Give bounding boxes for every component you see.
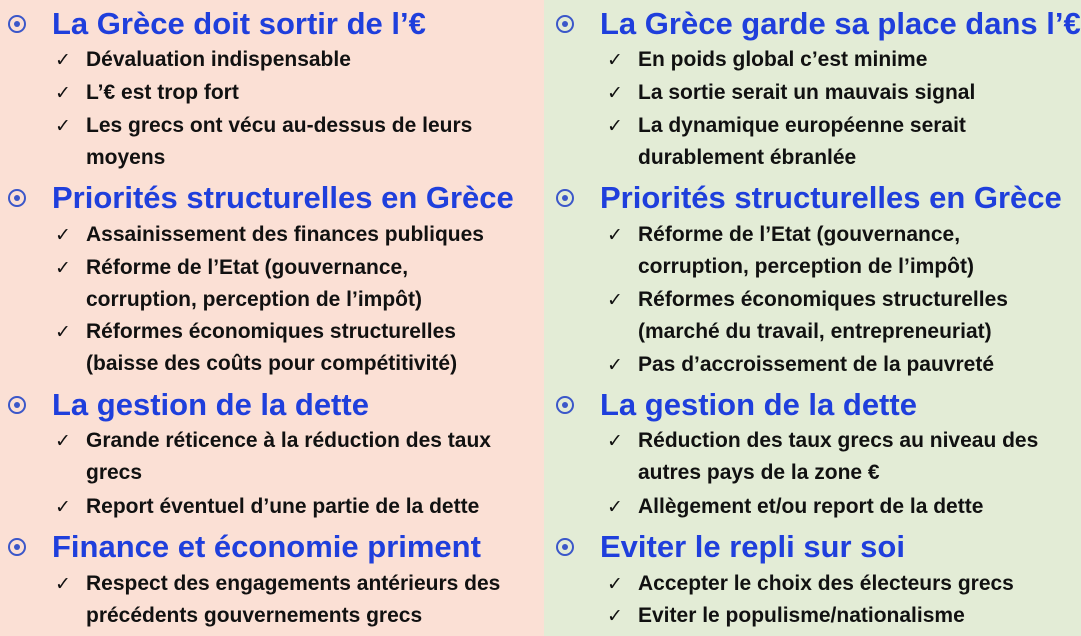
- section-title: La Grèce garde sa place dans l’€: [600, 6, 1081, 41]
- section-title: Priorités structurelles en Grèce: [600, 180, 1062, 215]
- section-title: La Grèce doit sortir de l’€: [52, 6, 426, 41]
- list-item: Réforme de l’Etat (gouvernance, corrupti…: [86, 256, 422, 311]
- list-item: Réduction des taux grecs au niveau des a…: [638, 429, 1039, 484]
- left-column: La Grèce doit sortir de l’€ ✓ Dévaluatio…: [0, 0, 544, 636]
- list-item: Réformes économiques structurelles (bais…: [86, 320, 458, 375]
- check-icon: ✓: [607, 354, 623, 376]
- list-item: La sortie serait un mauvais signal: [638, 81, 976, 104]
- list-item: Réforme de l’Etat (gouvernance, corrupti…: [638, 223, 974, 278]
- check-icon: ✓: [607, 605, 623, 627]
- list-item: Eviter le populisme/nationalisme: [638, 604, 965, 627]
- list-item: Respect des engagements antérieurs des p…: [86, 572, 501, 627]
- list-item: Les grecs ont vécu au-dessus de leurs mo…: [86, 114, 473, 169]
- list-item: Réformes économiques structurelles (marc…: [638, 288, 1008, 343]
- check-icon: ✓: [607, 115, 623, 137]
- list-item: Report éventuel d’une partie de la dette: [86, 495, 480, 518]
- right-column: La Grèce garde sa place dans l’€ ✓ En po…: [544, 0, 1081, 636]
- list-item: Dévaluation indispensable: [86, 48, 351, 71]
- section-title: Priorités structurelles en Grèce: [52, 180, 514, 215]
- check-icon: ✓: [55, 321, 71, 343]
- list-item: L’€ est trop fort: [86, 81, 239, 104]
- check-icon: ✓: [607, 82, 623, 104]
- list-item: La dynamique européenne serait durableme…: [638, 114, 966, 169]
- section-title: Finance et économie priment: [52, 529, 481, 564]
- radio-bullet-icon: [556, 538, 574, 556]
- check-icon: ✓: [607, 224, 623, 246]
- section-title: La gestion de la dette: [600, 387, 917, 422]
- check-icon: ✓: [55, 49, 71, 71]
- radio-bullet-icon: [8, 189, 26, 207]
- check-icon: ✓: [607, 289, 623, 311]
- radio-bullet-icon: [556, 189, 574, 207]
- check-icon: ✓: [55, 82, 71, 104]
- check-icon: ✓: [607, 49, 623, 71]
- check-icon: ✓: [607, 573, 623, 595]
- radio-bullet-icon: [556, 396, 574, 414]
- check-icon: ✓: [55, 115, 71, 137]
- check-icon: ✓: [55, 573, 71, 595]
- check-icon: ✓: [607, 430, 623, 452]
- radio-bullet-icon: [8, 538, 26, 556]
- section-title: La gestion de la dette: [52, 387, 369, 422]
- check-icon: ✓: [55, 430, 71, 452]
- check-icon: ✓: [55, 496, 71, 518]
- check-icon: ✓: [55, 224, 71, 246]
- list-item: Grande réticence à la réduction des taux…: [86, 429, 491, 484]
- radio-bullet-icon: [556, 15, 574, 33]
- list-item: Pas d’accroissement de la pauvreté: [638, 353, 995, 376]
- list-item: Allègement et/ou report de la dette: [638, 495, 984, 518]
- list-item: Assainissement des finances publiques: [86, 223, 484, 246]
- radio-bullet-icon: [8, 396, 26, 414]
- radio-bullet-icon: [8, 15, 26, 33]
- check-icon: ✓: [607, 496, 623, 518]
- list-item: Accepter le choix des électeurs grecs: [638, 572, 1014, 595]
- list-item: En poids global c’est minime: [638, 48, 928, 71]
- check-icon: ✓: [55, 257, 71, 279]
- section-title: Eviter le repli sur soi: [600, 529, 905, 564]
